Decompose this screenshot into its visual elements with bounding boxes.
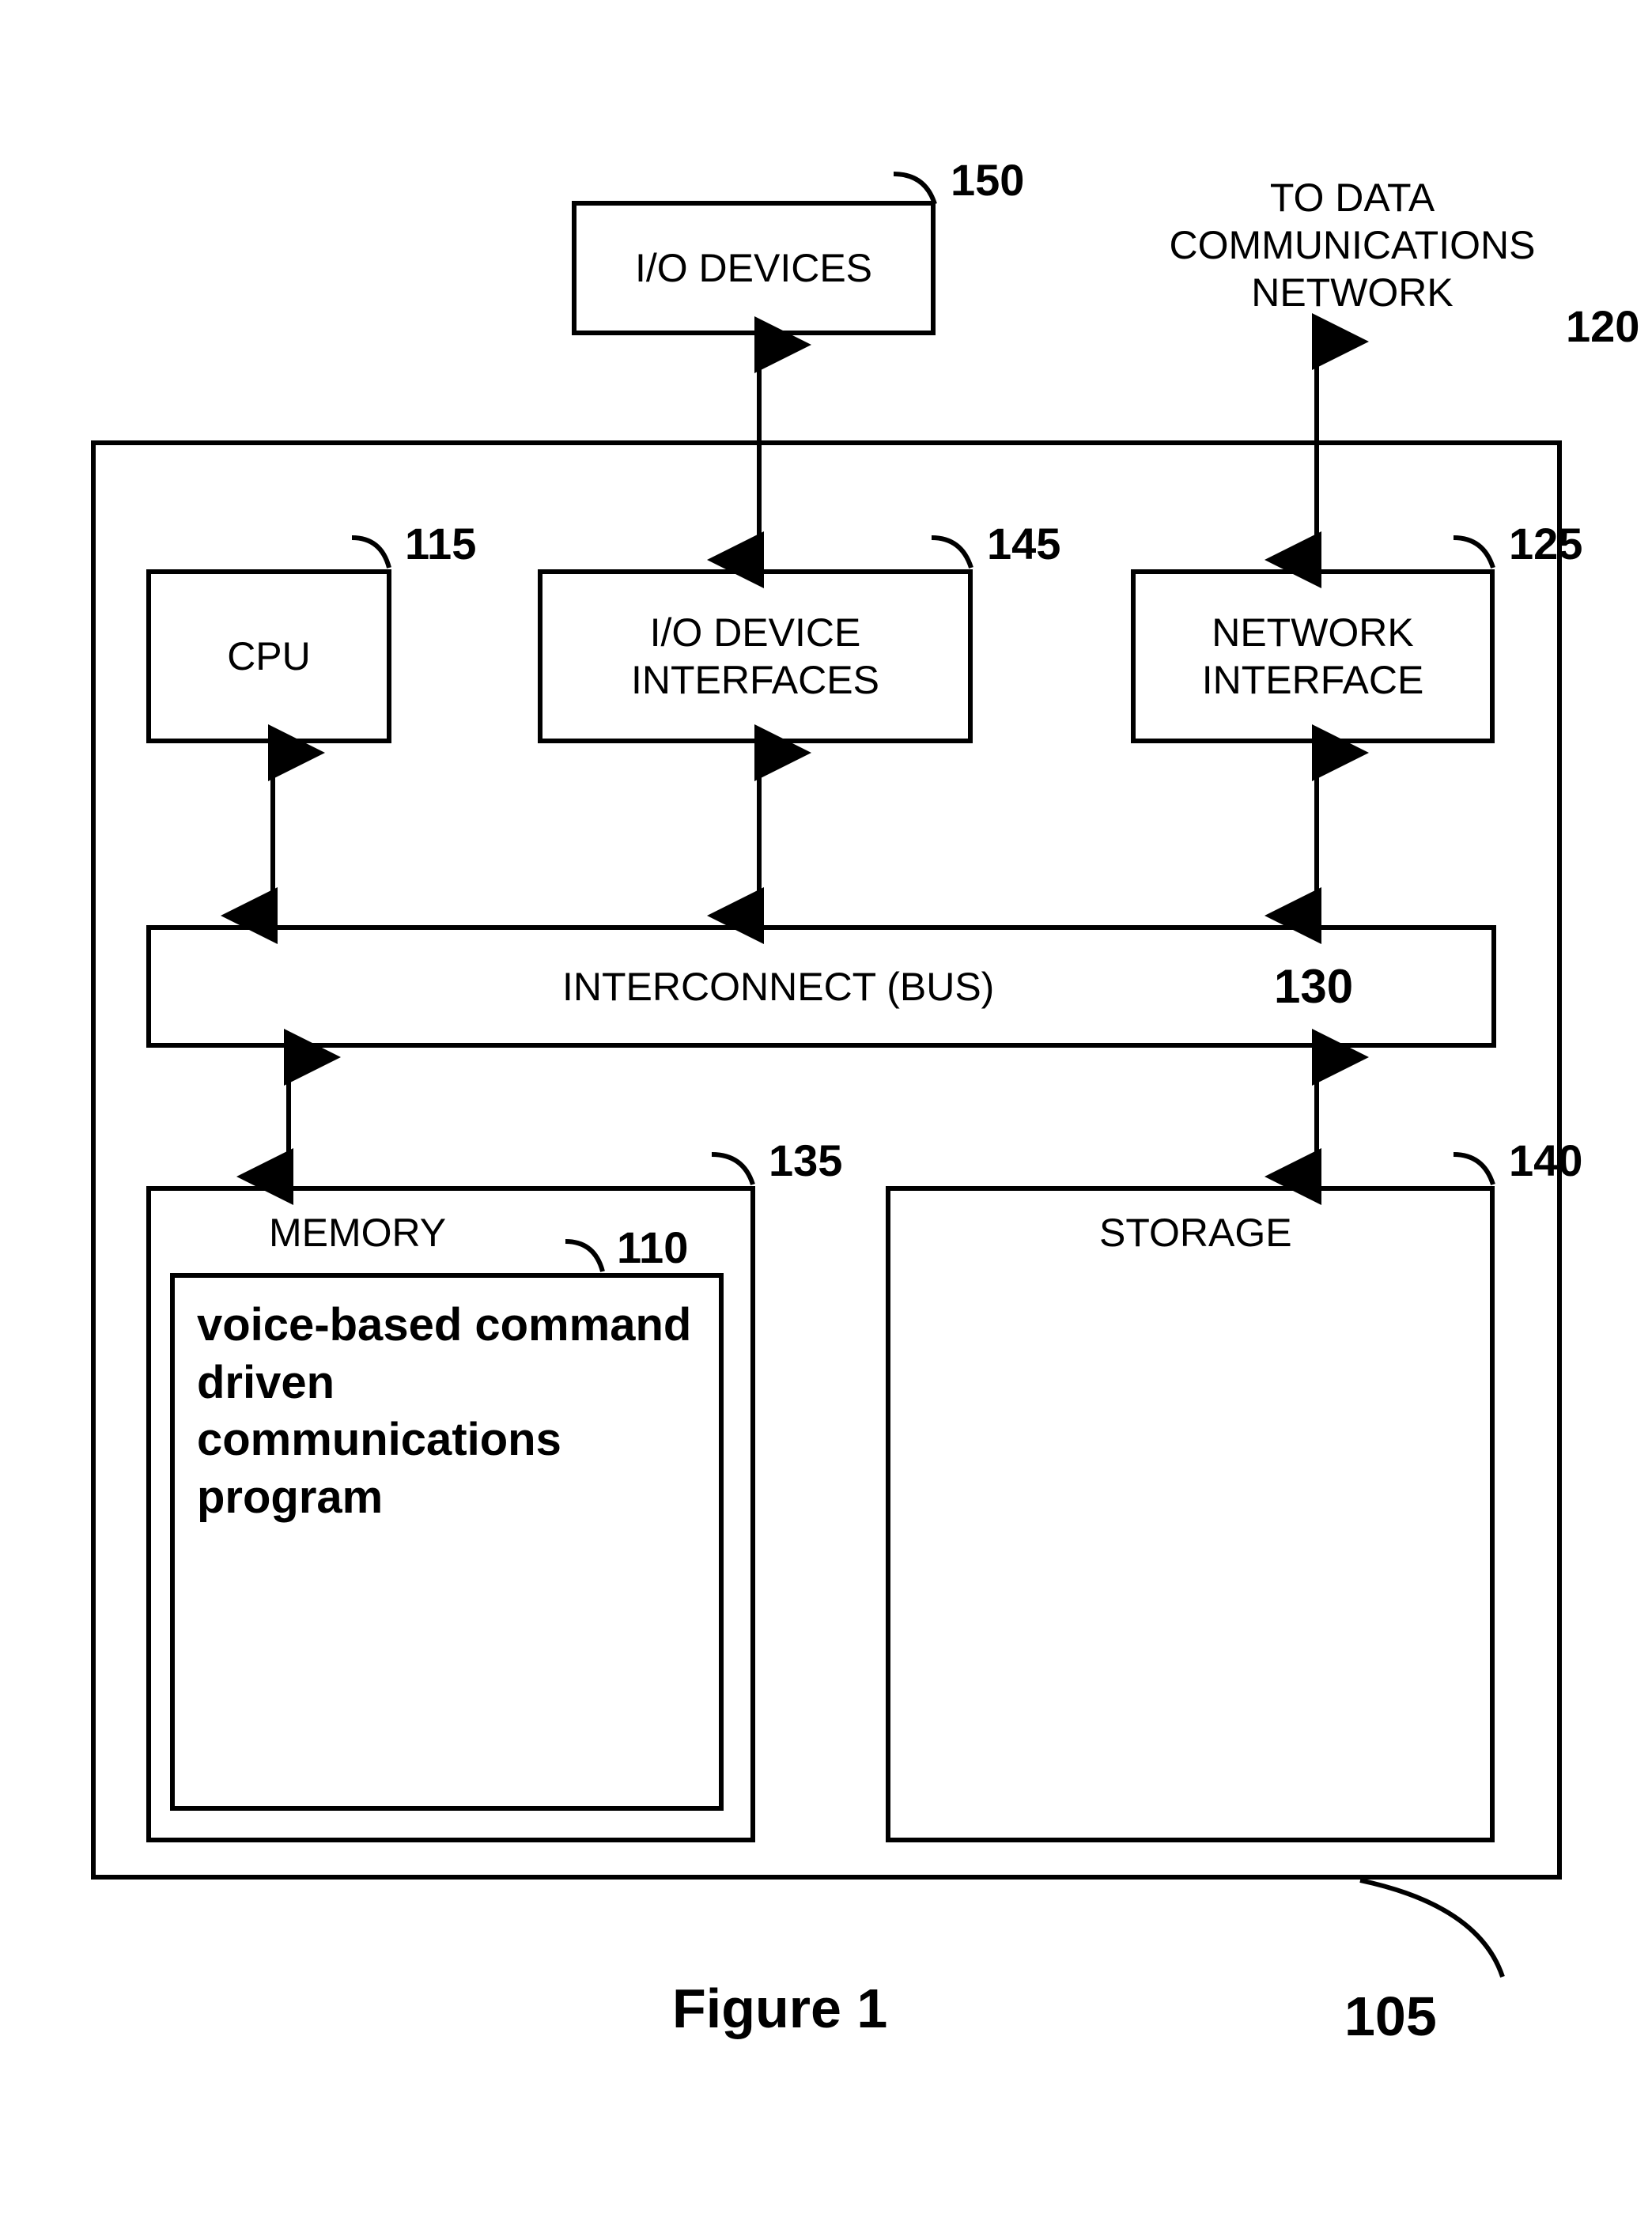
network-destination-label: TO DATA COMMUNICATIONS NETWORK [1162, 174, 1542, 316]
arrow-iodev-iface [743, 335, 775, 569]
ref-120: 120 [1566, 300, 1639, 352]
ref-115: 115 [405, 518, 476, 569]
bus-block: INTERCONNECT (BUS) 130 [146, 925, 1496, 1048]
program-block: voice-based command driven communication… [170, 1273, 724, 1811]
io-iface-block: I/O DEVICE INTERFACES [538, 569, 973, 743]
ref-125: 125 [1509, 518, 1582, 569]
arrow-network-iface [1301, 332, 1333, 569]
arrow-bus-memory [273, 1048, 304, 1186]
ref-145: 145 [987, 518, 1060, 569]
io-devices-label: I/O DEVICES [635, 244, 872, 292]
ref-110: 110 [617, 1222, 688, 1273]
ref-140: 140 [1509, 1135, 1582, 1186]
cpu-label: CPU [227, 633, 311, 680]
arrow-netiface-bus [1301, 743, 1333, 925]
figure-caption: Figure 1 [672, 1977, 887, 2040]
program-label: voice-based command driven communication… [197, 1299, 691, 1523]
memory-label: MEMORY [269, 1210, 446, 1256]
io-devices-block: I/O DEVICES [572, 201, 936, 335]
arrow-cpu-bus [257, 743, 289, 925]
arrow-ioiface-bus [743, 743, 775, 925]
ref-130: 130 [1274, 959, 1353, 1014]
bus-label: INTERCONNECT (BUS) [562, 964, 994, 1010]
storage-block [886, 1186, 1495, 1842]
net-iface-block: NETWORK INTERFACE [1131, 569, 1495, 743]
leader-105 [1360, 1874, 1566, 1985]
ref-150: 150 [951, 154, 1024, 206]
arrow-bus-storage [1301, 1048, 1333, 1186]
io-iface-label: I/O DEVICE INTERFACES [550, 609, 960, 704]
cpu-block: CPU [146, 569, 391, 743]
storage-label: STORAGE [1099, 1210, 1292, 1256]
ref-135: 135 [769, 1135, 842, 1186]
figure-page: I/O DEVICES 150 TO DATA COMMUNICATIONS N… [0, 0, 1652, 2214]
net-iface-label: NETWORK INTERFACE [1144, 609, 1482, 704]
ref-105: 105 [1344, 1985, 1437, 2048]
